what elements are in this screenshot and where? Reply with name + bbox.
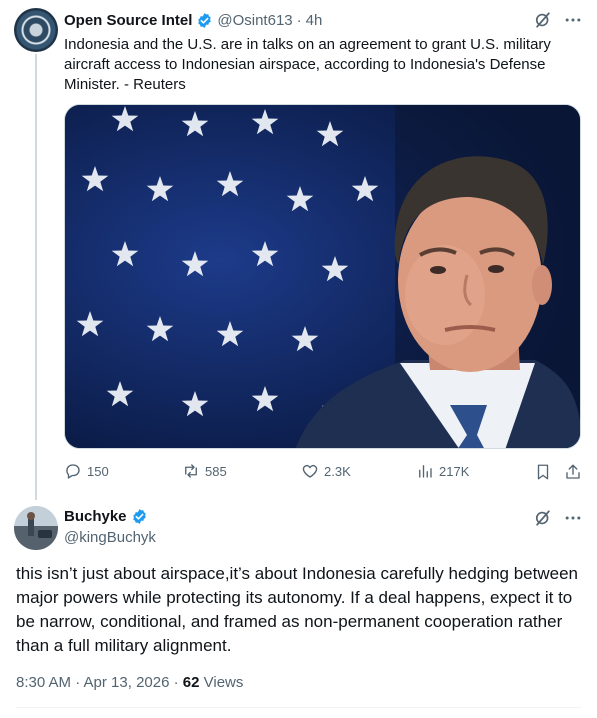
tweet-text: Indonesia and the U.S. are in talks on a… bbox=[64, 36, 551, 93]
repost-icon bbox=[185, 464, 197, 478]
tweet-meta: 8:30 AM · Apr 13, 2026 · 62 Views bbox=[16, 674, 243, 691]
tweet-time[interactable]: 4h bbox=[306, 12, 323, 29]
separator: · bbox=[169, 674, 183, 691]
verified-badge-icon bbox=[198, 12, 212, 28]
tweet-actions: 150 585 2.3K 217K bbox=[64, 462, 584, 484]
avatar[interactable] bbox=[14, 506, 58, 550]
author-name[interactable]: Buchyke bbox=[64, 508, 127, 525]
photo-person-flag bbox=[65, 105, 580, 448]
avatar[interactable] bbox=[14, 8, 58, 52]
reply-button[interactable]: 150 bbox=[64, 462, 109, 480]
views-label: Views bbox=[199, 674, 244, 691]
thread-line bbox=[35, 54, 37, 500]
like-button[interactable]: 2.3K bbox=[301, 462, 351, 480]
more-icon[interactable] bbox=[563, 10, 583, 30]
repost-button[interactable]: 585 bbox=[182, 462, 227, 480]
reply-count: 150 bbox=[87, 463, 109, 479]
author-handle[interactable]: @Osint613 bbox=[217, 12, 292, 29]
author-name[interactable]: Open Source Intel bbox=[64, 12, 192, 29]
grok-icon[interactable] bbox=[533, 508, 553, 528]
parent-tweet[interactable]: Open Source Intel @Osint613 · 4h Indones… bbox=[0, 0, 597, 500]
header-actions bbox=[533, 508, 583, 528]
timestamp[interactable]: 8:30 AM · Apr 13, 2026 bbox=[16, 674, 169, 691]
bookmark-icon[interactable] bbox=[534, 463, 552, 481]
views-number: 62 bbox=[182, 674, 200, 691]
tweet-image[interactable] bbox=[64, 104, 581, 449]
avatar-photo bbox=[14, 506, 58, 550]
verified-badge-icon bbox=[132, 509, 146, 524]
repost-count: 585 bbox=[205, 463, 227, 479]
more-icon[interactable] bbox=[563, 508, 583, 528]
share-icon[interactable] bbox=[564, 463, 582, 481]
reply-header: Buchyke bbox=[64, 508, 152, 525]
like-icon bbox=[302, 464, 318, 478]
grok-icon[interactable] bbox=[533, 10, 553, 30]
reply-text: this isn’t just about airspace,it’s abou… bbox=[16, 564, 578, 655]
views-icon bbox=[419, 465, 432, 478]
header-actions bbox=[533, 10, 583, 30]
separator: · bbox=[296, 11, 302, 29]
author-handle[interactable]: @kingBuchyk bbox=[64, 529, 156, 546]
like-count: 2.3K bbox=[324, 463, 351, 479]
tweet-header: Open Source Intel @Osint613 · 4h bbox=[64, 10, 581, 30]
reply-icon bbox=[66, 464, 80, 479]
divider bbox=[16, 707, 581, 708]
views-count: 217K bbox=[439, 463, 470, 479]
views-button[interactable]: 217K bbox=[416, 462, 469, 480]
